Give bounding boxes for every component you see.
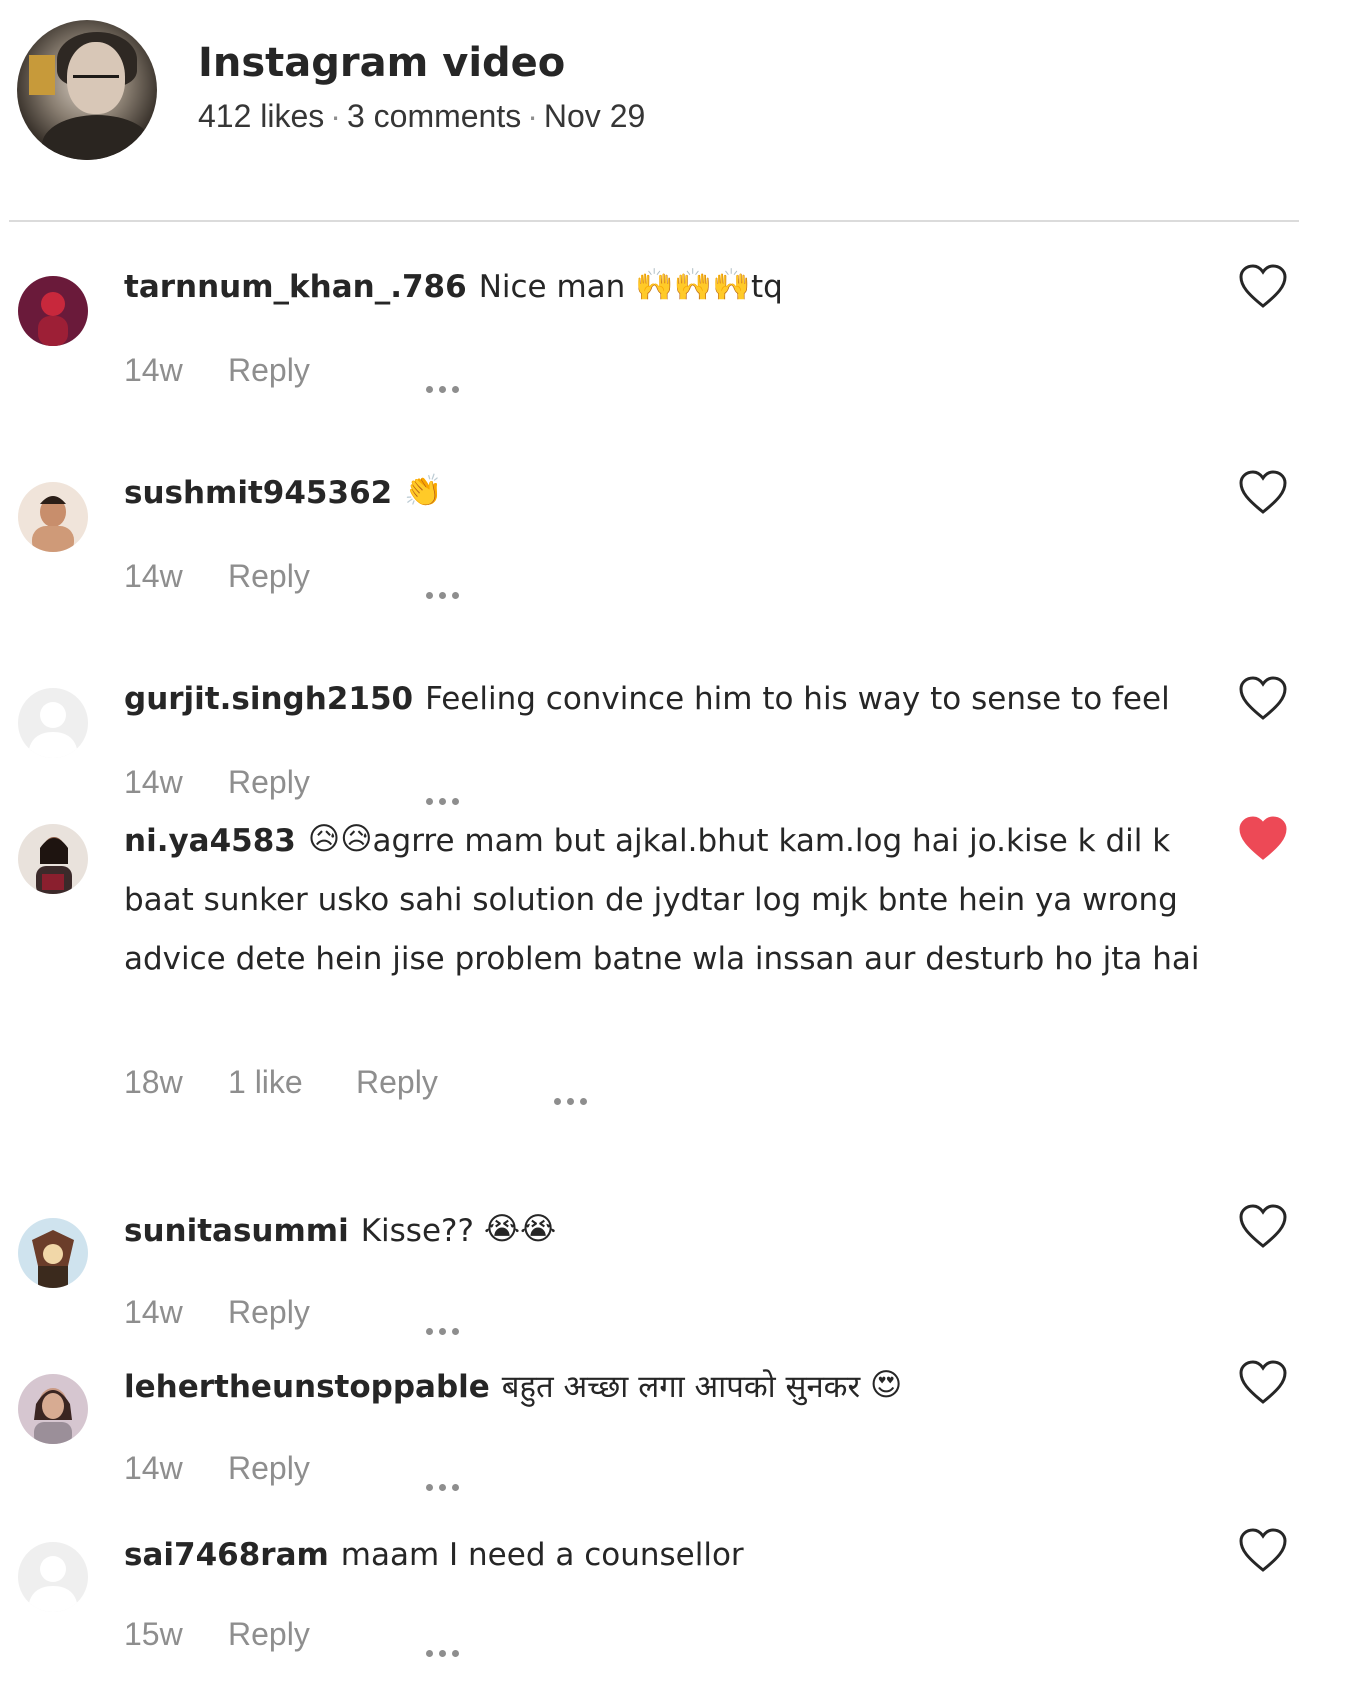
like-heart-icon[interactable]: [1238, 676, 1288, 722]
reply-button[interactable]: Reply: [356, 1064, 438, 1101]
comment-username[interactable]: tarnnum_khan_.786: [124, 269, 467, 305]
like-heart-icon[interactable]: [1238, 264, 1288, 310]
meta-separator: ·: [527, 98, 538, 134]
post-header: Instagram video 412 likes · 3 comments · Nov…: [0, 0, 1300, 222]
comment-text: Nice man: [478, 269, 626, 305]
reply-button[interactable]: Reply: [228, 558, 310, 595]
commenter-avatar[interactable]: [18, 1218, 88, 1288]
like-heart-icon[interactable]: [1238, 1204, 1288, 1250]
comments-count: 3 comments: [346, 98, 522, 134]
comment-username[interactable]: sunitasummi: [124, 1213, 349, 1249]
post-title: Instagram video: [198, 40, 566, 86]
comment-age: 14w: [124, 1450, 183, 1486]
reply-button[interactable]: Reply: [228, 1450, 310, 1487]
comment-age: 14w: [124, 352, 183, 388]
commenter-avatar[interactable]: [18, 688, 88, 758]
liked-heart-icon[interactable]: [1238, 816, 1288, 862]
commenter-avatar[interactable]: [18, 482, 88, 552]
reply-button[interactable]: Reply: [228, 352, 310, 389]
likes-count: 412 likes: [198, 98, 325, 134]
like-heart-icon[interactable]: [1238, 1528, 1288, 1574]
like-heart-icon[interactable]: [1238, 470, 1288, 516]
comment-text: Kisse??: [360, 1213, 474, 1249]
comment-username[interactable]: gurjit.singh2150: [124, 681, 413, 717]
comment-age: 15w: [124, 1616, 183, 1652]
more-options-icon[interactable]: [426, 776, 474, 805]
post-date: Nov 29: [543, 98, 646, 134]
raising-hands-emoji-icon: 🙌🙌🙌: [635, 267, 751, 303]
more-options-icon[interactable]: [426, 1462, 474, 1491]
comment-age: 18w: [124, 1064, 183, 1100]
comment-text-after: tq: [750, 269, 783, 305]
more-options-icon[interactable]: [426, 1628, 474, 1657]
reply-button[interactable]: Reply: [228, 1616, 310, 1653]
more-options-icon[interactable]: [426, 570, 474, 599]
heart-eyes-emoji-icon: 😍: [870, 1367, 903, 1403]
header-divider: [9, 220, 1299, 222]
comment-likes[interactable]: 1 like: [228, 1064, 303, 1101]
comment-age: 14w: [124, 1294, 183, 1330]
like-heart-icon[interactable]: [1238, 1360, 1288, 1406]
comment-username[interactable]: ni.ya4583: [124, 823, 296, 859]
more-options-icon[interactable]: [554, 1076, 602, 1105]
more-options-icon[interactable]: [426, 364, 474, 393]
commenter-avatar[interactable]: [18, 1374, 88, 1444]
comment-text: Feeling convince him to his way to sense…: [425, 681, 1170, 717]
crying-face-emoji-icon: 😭😭: [483, 1211, 557, 1247]
meta-separator: ·: [330, 98, 341, 134]
comment-username[interactable]: sushmit945362: [124, 475, 392, 511]
post-meta: 412 likes · 3 comments · Nov 29: [198, 98, 645, 135]
commenter-avatar[interactable]: [18, 1542, 88, 1612]
comment-age: 14w: [124, 764, 183, 800]
clapping-hands-emoji-icon: 👏: [404, 473, 443, 509]
comment-text: maam I need a counsellor: [340, 1537, 744, 1573]
commenter-avatar[interactable]: [18, 824, 88, 894]
comment-username[interactable]: lehertheunstoppable: [124, 1369, 490, 1405]
comment-age: 14w: [124, 558, 183, 594]
default-avatar-icon: [18, 1542, 88, 1612]
default-avatar-icon: [18, 688, 88, 758]
comment-username[interactable]: sai7468ram: [124, 1537, 329, 1573]
more-options-icon[interactable]: [426, 1306, 474, 1335]
author-avatar[interactable]: [17, 20, 157, 160]
comment-text: बहुत अच्छा लगा आपको सुनकर: [501, 1369, 861, 1405]
reply-button[interactable]: Reply: [228, 1294, 310, 1331]
reply-button[interactable]: Reply: [228, 764, 310, 801]
sad-face-emoji-icon: 😥😥: [307, 821, 373, 857]
commenter-avatar[interactable]: [18, 276, 88, 346]
